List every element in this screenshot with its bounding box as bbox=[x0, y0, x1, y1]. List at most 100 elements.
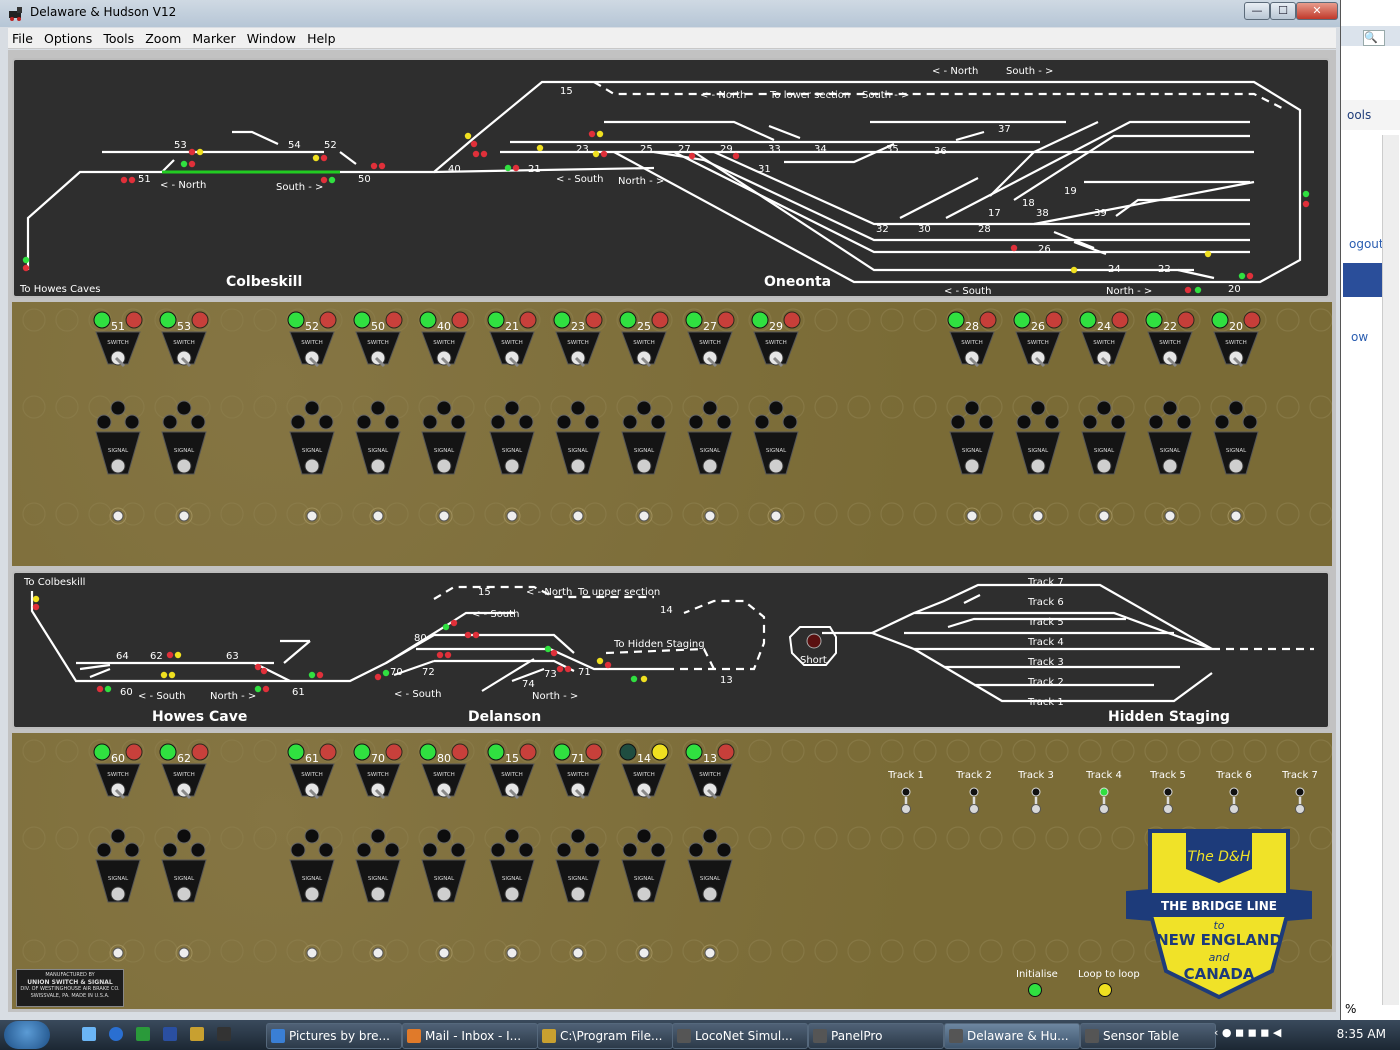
code-button[interactable] bbox=[963, 507, 981, 525]
code-button[interactable] bbox=[1227, 507, 1245, 525]
signal-lever[interactable]: SIGNAL bbox=[355, 828, 401, 903]
show-link[interactable]: ow bbox=[1351, 330, 1368, 344]
switch-lever-62[interactable]: 62 SWITCH bbox=[159, 743, 209, 800]
signal-lever[interactable]: SIGNAL bbox=[1147, 400, 1193, 475]
switch-lever-50[interactable]: 50 SWITCH bbox=[353, 311, 403, 368]
taskbar-item-mail[interactable]: Mail - Inbox - I... bbox=[402, 1023, 538, 1049]
switch-lever-27[interactable]: 27 SWITCH bbox=[685, 311, 735, 368]
switch-lever-40[interactable]: 40 SWITCH bbox=[419, 311, 469, 368]
track-toggle-7[interactable]: Track 7 bbox=[1281, 770, 1318, 814]
signal-lever[interactable]: SIGNAL bbox=[621, 400, 667, 475]
word-icon[interactable] bbox=[163, 1027, 178, 1041]
track-toggle-2[interactable]: Track 2 bbox=[955, 770, 992, 814]
show-desktop-icon[interactable] bbox=[82, 1027, 96, 1041]
signal-lever[interactable]: SIGNAL bbox=[1015, 400, 1061, 475]
loop-to-loop-button[interactable] bbox=[1098, 983, 1112, 997]
code-button[interactable] bbox=[303, 944, 321, 962]
track-toggle-5[interactable]: Track 5 bbox=[1149, 770, 1186, 814]
switch-lever-20[interactable]: 20 SWITCH bbox=[1211, 311, 1261, 368]
signal-lever[interactable]: SIGNAL bbox=[687, 828, 733, 903]
signal-lever[interactable]: SIGNAL bbox=[753, 400, 799, 475]
signal-lever[interactable]: SIGNAL bbox=[621, 828, 667, 903]
switch-lever-52[interactable]: 52 SWITCH bbox=[287, 311, 337, 368]
signal-lever[interactable]: SIGNAL bbox=[95, 828, 141, 903]
switch-lever-80[interactable]: 80 SWITCH bbox=[419, 743, 469, 800]
search-icon[interactable]: 🔍 bbox=[1363, 30, 1385, 46]
signal-lever[interactable]: SIGNAL bbox=[489, 828, 535, 903]
menu-help[interactable]: Help bbox=[303, 29, 336, 46]
taskbar-item-program-files[interactable]: C:\Program File... bbox=[537, 1023, 673, 1049]
signal-lever[interactable]: SIGNAL bbox=[289, 828, 335, 903]
start-button[interactable] bbox=[4, 1021, 50, 1049]
switch-lever-21[interactable]: 21 SWITCH bbox=[487, 311, 537, 368]
browser-icon[interactable] bbox=[109, 1027, 124, 1041]
signal-lever[interactable]: SIGNAL bbox=[1081, 400, 1127, 475]
switch-lever-61[interactable]: 61 SWITCH bbox=[287, 743, 337, 800]
switch-lever-25[interactable]: 25 SWITCH bbox=[619, 311, 669, 368]
switch-lever-51[interactable]: 51 SWITCH bbox=[93, 311, 143, 368]
switch-lever-71[interactable]: 71 SWITCH bbox=[553, 743, 603, 800]
signal-lever[interactable]: SIGNAL bbox=[1213, 400, 1259, 475]
menu-window[interactable]: Window bbox=[243, 29, 296, 46]
taskbar-item-sensor-table[interactable]: Sensor Table bbox=[1080, 1023, 1216, 1049]
signal-lever[interactable]: SIGNAL bbox=[95, 400, 141, 475]
switch-lever-26[interactable]: 26 SWITCH bbox=[1013, 311, 1063, 368]
signal-lever[interactable]: SIGNAL bbox=[421, 828, 467, 903]
code-button[interactable] bbox=[1161, 507, 1179, 525]
switch-lever-70[interactable]: 70 SWITCH bbox=[353, 743, 403, 800]
initialise-button[interactable] bbox=[1028, 983, 1042, 997]
scrollbar[interactable] bbox=[1382, 135, 1399, 1005]
excel-icon[interactable] bbox=[136, 1027, 151, 1041]
switch-lever-23[interactable]: 23 SWITCH bbox=[553, 311, 603, 368]
signal-lever[interactable]: SIGNAL bbox=[421, 400, 467, 475]
taskbar-item-panelpro[interactable]: PanelPro bbox=[808, 1023, 944, 1049]
code-button[interactable] bbox=[109, 507, 127, 525]
signal-lever[interactable]: SIGNAL bbox=[289, 400, 335, 475]
switch-lever-60[interactable]: 60 SWITCH bbox=[93, 743, 143, 800]
signal-lever[interactable]: SIGNAL bbox=[355, 400, 401, 475]
track-toggle-6[interactable]: Track 6 bbox=[1215, 770, 1252, 814]
signal-lever[interactable]: SIGNAL bbox=[489, 400, 535, 475]
signal-lever[interactable]: SIGNAL bbox=[949, 400, 995, 475]
menu-file[interactable]: File bbox=[8, 29, 33, 46]
code-button[interactable] bbox=[175, 944, 193, 962]
signal-lever[interactable]: SIGNAL bbox=[161, 400, 207, 475]
taskbar-item-delaware[interactable]: Delaware & Hu... bbox=[944, 1023, 1080, 1049]
switch-lever-22[interactable]: 22 SWITCH bbox=[1145, 311, 1195, 368]
taskbar-item-pictures[interactable]: Pictures by bre... bbox=[266, 1023, 402, 1049]
tools-menu[interactable]: ools bbox=[1347, 108, 1371, 122]
code-button[interactable] bbox=[1095, 507, 1113, 525]
minimize-button[interactable]: — bbox=[1244, 2, 1270, 20]
track-toggle-4[interactable]: Track 4 bbox=[1085, 770, 1122, 814]
logout-link[interactable]: ogout bbox=[1349, 237, 1384, 251]
folder-icon[interactable] bbox=[190, 1027, 205, 1041]
switch-lever-53[interactable]: 53 SWITCH bbox=[159, 311, 209, 368]
signal-lever[interactable]: SIGNAL bbox=[687, 400, 733, 475]
menu-options[interactable]: Options bbox=[40, 29, 92, 46]
code-button[interactable] bbox=[435, 507, 453, 525]
menu-zoom[interactable]: Zoom bbox=[141, 29, 181, 46]
code-button[interactable] bbox=[1029, 507, 1047, 525]
switch-lever-15[interactable]: 15 SWITCH bbox=[487, 743, 537, 800]
code-button[interactable] bbox=[303, 507, 321, 525]
code-button[interactable] bbox=[369, 507, 387, 525]
close-button[interactable]: ✕ bbox=[1296, 2, 1338, 20]
track-toggle-3[interactable]: Track 3 bbox=[1017, 770, 1054, 814]
signal-lever[interactable]: SIGNAL bbox=[161, 828, 207, 903]
code-button[interactable] bbox=[109, 944, 127, 962]
switch-lever-14[interactable]: 14 SWITCH bbox=[619, 743, 669, 800]
track-toggle-1[interactable]: Track 1 bbox=[887, 770, 924, 814]
code-button[interactable] bbox=[369, 944, 387, 962]
switch-lever-24[interactable]: 24 SWITCH bbox=[1079, 311, 1129, 368]
signal-lever[interactable]: SIGNAL bbox=[555, 828, 601, 903]
taskbar-item-loconet[interactable]: LocoNet Simul... bbox=[672, 1023, 808, 1049]
signal-lever[interactable]: SIGNAL bbox=[555, 400, 601, 475]
app-icon[interactable] bbox=[217, 1027, 232, 1041]
code-button[interactable] bbox=[435, 944, 453, 962]
switch-lever-29[interactable]: 29 SWITCH bbox=[751, 311, 801, 368]
switch-lever-13[interactable]: 13 SWITCH bbox=[685, 743, 735, 800]
code-button[interactable] bbox=[175, 507, 193, 525]
menu-marker[interactable]: Marker bbox=[188, 29, 235, 46]
menu-tools[interactable]: Tools bbox=[99, 29, 134, 46]
maximize-button[interactable]: ☐ bbox=[1270, 2, 1296, 20]
